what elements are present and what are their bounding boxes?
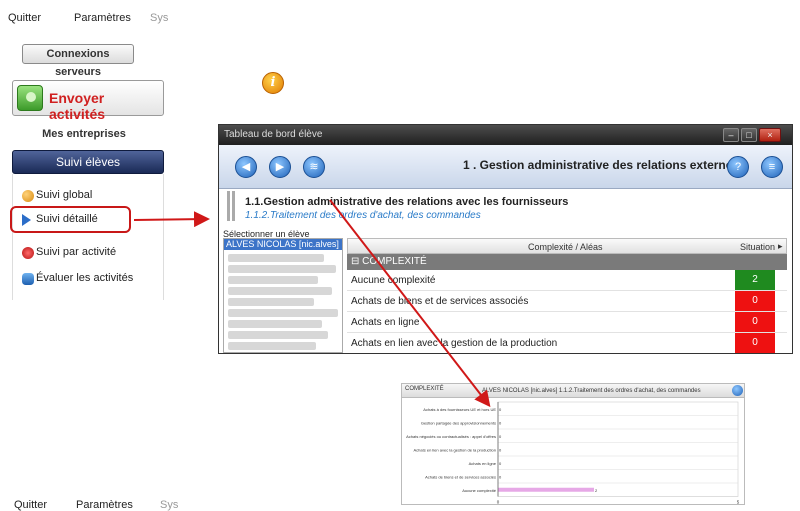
suivi-eleves-header[interactable]: Suivi élèves <box>12 150 164 174</box>
row-label: Achats de biens et de services associés <box>351 296 529 307</box>
home-icon[interactable]: ≋ <box>303 156 325 178</box>
highlight-box <box>10 206 131 233</box>
table-row[interactable]: Aucune complexité 2 <box>347 270 787 291</box>
table-row[interactable]: Achats en lien avec la gestion de la pro… <box>347 333 787 353</box>
window-titlebar: Tableau de bord élève – □ × <box>219 125 792 145</box>
category-label: Achats de biens et de services associés <box>425 474 496 479</box>
breadcrumb-main: 1.1.Gestion administrative des relations… <box>245 196 569 208</box>
student-item[interactable] <box>228 298 314 306</box>
row-label: Achats en lien avec la gestion de la pro… <box>351 338 558 349</box>
table-row[interactable]: Achats en ligne 0 <box>347 312 787 333</box>
maximize-button[interactable]: □ <box>741 128 757 142</box>
print-icon[interactable] <box>732 385 743 396</box>
nav-label: Suivi par activité <box>36 246 117 258</box>
x-tick-label: 5 <box>737 500 740 505</box>
companies-label[interactable]: Mes entreprises <box>0 128 168 140</box>
status-cell: 2 <box>735 270 775 290</box>
grid-header: Complexité / Aléas Situation ▸ <box>347 238 787 254</box>
category-label: Aucune complexité <box>462 488 497 493</box>
nav-label: Évaluer les activités <box>36 272 134 284</box>
print-icon[interactable]: ≡ <box>761 156 783 178</box>
info-icon[interactable]: i <box>262 72 284 94</box>
category-label: Achats en ligne <box>469 461 497 466</box>
category-label: Achats à des fournisseurs UE et hors UE <box>423 407 496 412</box>
menu-quit[interactable]: Quitter <box>8 12 41 24</box>
nav-evaluer-activites[interactable]: Évaluer les activités <box>12 268 162 290</box>
evaluate-icon <box>22 273 34 285</box>
status-cell: 0 <box>735 333 775 353</box>
scroll-right-icon[interactable]: ▸ <box>778 241 783 252</box>
nav-suivi-par-activite[interactable]: Suivi par activité <box>12 242 162 264</box>
status-cell: 0 <box>735 312 775 332</box>
group-label: COMPLEXITÉ <box>362 256 427 267</box>
nav-suivi-global[interactable]: Suivi global <box>12 185 162 207</box>
nav-label: Suivi global <box>36 189 93 201</box>
bar <box>498 487 594 492</box>
student-item[interactable] <box>228 320 322 328</box>
status-cell: 0 <box>735 291 775 311</box>
student-item[interactable] <box>228 276 318 284</box>
window-title: Tableau de bord élève <box>224 129 323 140</box>
minimize-button[interactable]: – <box>723 128 739 142</box>
bottom-menubar: Quitter Paramètres Sys <box>0 498 200 511</box>
complexity-grid: Complexité / Aléas Situation ▸ ⊟ COMPLEX… <box>347 238 787 353</box>
col-situation[interactable]: Situation <box>740 242 775 252</box>
student-item[interactable] <box>228 331 328 339</box>
dashboard-window: Tableau de bord élève – □ × ◀ ▶ ≋ 1 . Ge… <box>218 124 793 354</box>
forward-icon[interactable]: ▶ <box>269 156 291 178</box>
breadcrumb-bar <box>227 191 235 221</box>
breadcrumb-sub[interactable]: 1.1.2.Traitement des ordres d'achat, des… <box>245 210 481 221</box>
menu-sys[interactable]: Sys <box>160 499 178 511</box>
category-label: Gestion partagée des approvisionnements <box>421 420 496 425</box>
menu-settings[interactable]: Paramètres <box>76 499 133 511</box>
page-title: 1 . Gestion administrative des relations… <box>463 158 740 172</box>
chart-corner-label: COMPLEXITÉ <box>405 386 444 392</box>
menu-settings[interactable]: Paramètres <box>74 12 131 24</box>
student-item[interactable] <box>228 342 316 350</box>
student-list[interactable]: ALVES NICOLAS [nic.alves] <box>223 238 343 353</box>
chart-title: ALVES NICOLAS [nic.alves] 1.1.2.Traiteme… <box>482 388 701 394</box>
bar-chart: Achats à des fournisseurs UE et hors UE 0… <box>406 401 740 505</box>
table-row[interactable]: Achats de biens et de services associés … <box>347 291 787 312</box>
chart-header: COMPLEXITÉ ALVES NICOLAS [nic.alves] 1.1… <box>402 384 744 398</box>
plot-area <box>497 401 739 497</box>
close-button[interactable]: × <box>759 128 781 142</box>
student-item[interactable] <box>228 254 324 262</box>
help-icon[interactable]: ? <box>727 156 749 178</box>
x-tick-label: 0 <box>497 500 500 505</box>
send-icon <box>17 85 43 111</box>
top-menubar: Quitter Paramètres Sys <box>0 8 168 30</box>
group-complexite[interactable]: ⊟ COMPLEXITÉ <box>347 254 787 270</box>
left-panel: Quitter Paramètres Sys Connexions serveu… <box>0 0 168 300</box>
student-item[interactable] <box>228 309 338 317</box>
student-item-selected[interactable]: ALVES NICOLAS [nic.alves] <box>224 239 342 250</box>
menu-sys[interactable]: Sys <box>150 12 168 24</box>
send-activities-button[interactable]: Envoyer activités <box>12 80 164 122</box>
category-label: Achats en lien avec la gestion de la pro… <box>414 447 497 452</box>
row-label: Achats en ligne <box>351 317 420 328</box>
category-label: Achats négociés ou contractualisés : app… <box>406 434 496 439</box>
student-item[interactable] <box>228 265 336 273</box>
col-complexite[interactable]: Complexité / Aléas <box>528 242 603 252</box>
activity-icon <box>22 247 34 259</box>
chart-window: COMPLEXITÉ ALVES NICOLAS [nic.alves] 1.1… <box>401 383 745 505</box>
row-label: Aucune complexité <box>351 275 436 286</box>
back-icon[interactable]: ◀ <box>235 156 257 178</box>
users-icon <box>22 190 34 202</box>
window-toolbar: ◀ ▶ ≋ 1 . Gestion administrative des rel… <box>219 145 792 189</box>
connexions-serveurs-button[interactable]: Connexions serveurs <box>22 44 134 78</box>
menu-quit[interactable]: Quitter <box>14 499 47 511</box>
send-activities-label: Envoyer activités <box>49 90 106 122</box>
student-item[interactable] <box>228 287 332 295</box>
